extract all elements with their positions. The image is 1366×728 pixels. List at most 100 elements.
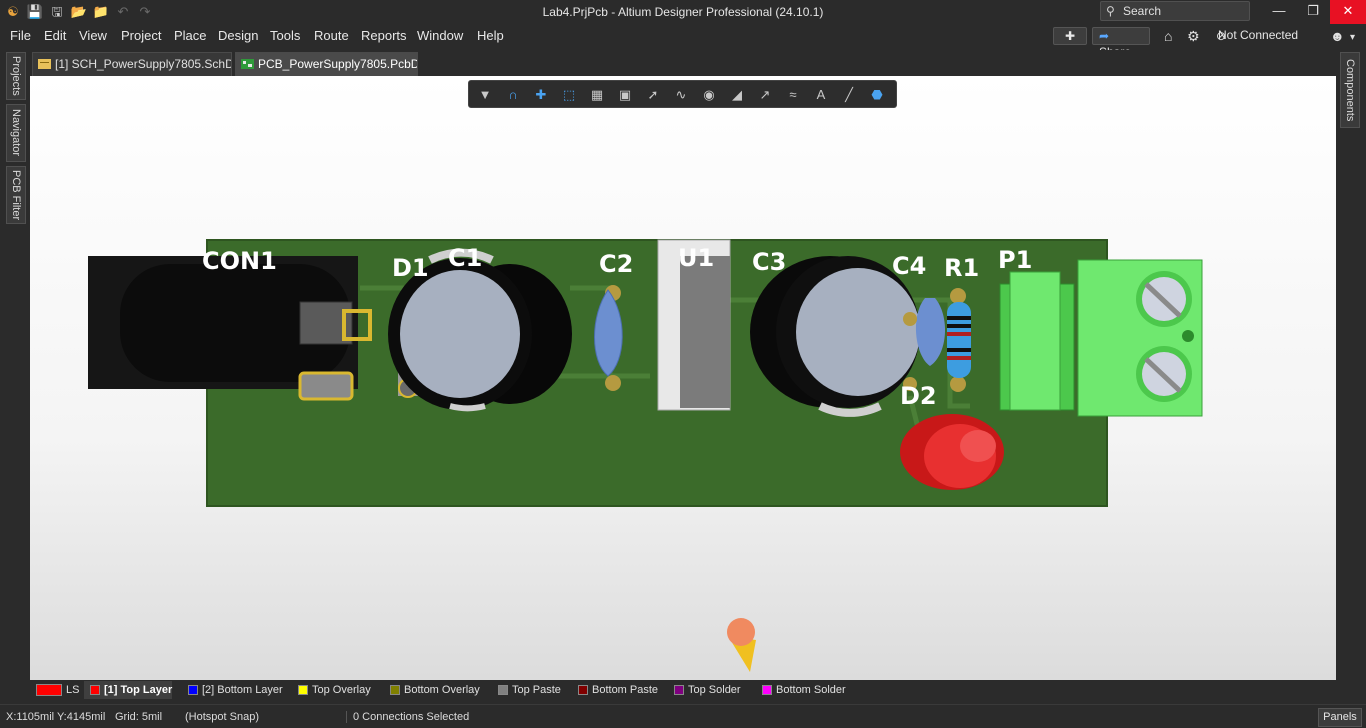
layer-label: Bottom Solder xyxy=(776,684,846,696)
layer-tab-bottom-overlay[interactable]: Bottom Overlay xyxy=(384,681,480,699)
search-placeholder: Search xyxy=(1123,4,1162,18)
menu-view[interactable]: View xyxy=(79,28,107,43)
layer-tab-top-paste[interactable]: Top Paste xyxy=(492,681,561,699)
layer-color-swatch xyxy=(674,685,684,695)
share-button[interactable]: ➦ Share xyxy=(1092,27,1150,59)
search-input[interactable]: ⚲ Search xyxy=(1100,1,1250,21)
menu-project[interactable]: Project xyxy=(121,28,161,43)
layer-color-swatch xyxy=(498,685,508,695)
diff-pair-icon[interactable]: ∿ xyxy=(671,85,691,105)
layer-color-swatch xyxy=(298,685,308,695)
menu-edit[interactable]: Edit xyxy=(44,28,66,43)
cursor-coordinates: X:1105mil Y:4145mil xyxy=(6,711,106,723)
layer-tab-bottom-paste[interactable]: Bottom Paste xyxy=(572,681,658,699)
pcb-3d-view: CON1 D1 C1 C2 U1 C3 C4 R1 P1 D2 xyxy=(88,239,1203,672)
crosshair-icon[interactable]: ✚ xyxy=(531,85,551,105)
component-icon[interactable]: ▣ xyxy=(615,85,635,105)
label-c2: C2 xyxy=(599,250,633,278)
chevron-down-icon[interactable]: ▾ xyxy=(1350,29,1355,47)
tab-pcb[interactable]: PCB_PowerSupply7805.PcbDoc xyxy=(235,52,418,76)
layer-label: [1] Top Layer xyxy=(104,684,173,696)
tab-label: [1] SCH_PowerSupply7805.SchDoc xyxy=(55,57,232,71)
p1-terminal-block xyxy=(999,259,1203,417)
selection-status: 0 Connections Selected xyxy=(346,711,469,723)
select-rect-icon[interactable]: ⬚ xyxy=(559,85,579,105)
text-icon[interactable]: A xyxy=(811,85,831,105)
layer-color-swatch xyxy=(578,685,588,695)
label-u1: U1 xyxy=(678,244,714,272)
layer-tab-top-layer[interactable]: [1] Top Layer xyxy=(84,681,173,699)
tab-schematic[interactable]: [1] SCH_PowerSupply7805.SchDoc xyxy=(32,52,232,76)
feedback-button[interactable]: ✚ xyxy=(1053,27,1087,45)
layer-color-swatch xyxy=(762,685,772,695)
layer-tab-bar: LS [1] Top Layer [2] Bottom Layer Top Ov… xyxy=(30,680,1336,700)
layer-label: Top Solder xyxy=(688,684,741,696)
layer-tab-top-solder[interactable]: Top Solder xyxy=(668,681,741,699)
con1-dc-jack xyxy=(88,256,372,401)
3d-body-icon[interactable]: ⬣ xyxy=(867,85,887,105)
layer-label: Bottom Overlay xyxy=(404,684,480,696)
menu-place[interactable]: Place xyxy=(174,28,207,43)
gear-icon[interactable]: ⚙ xyxy=(1187,27,1200,45)
panel-tab-navigator[interactable]: Navigator xyxy=(6,104,26,162)
menu-route[interactable]: Route xyxy=(314,28,349,43)
title-bar: ☯ 💾 🖫 📂 📁 ↶ ↷ Lab4.PrjPcb - Altium Desig… xyxy=(0,0,1366,24)
share-icon: ➦ xyxy=(1099,29,1110,43)
menu-window[interactable]: Window xyxy=(417,28,463,43)
layer-color-swatch xyxy=(188,685,198,695)
menu-help[interactable]: Help xyxy=(477,28,504,43)
filter-icon[interactable]: ▼ xyxy=(475,85,495,105)
label-r1: R1 xyxy=(944,254,979,282)
layer-color-swatch xyxy=(390,685,400,695)
grid-size: Grid: 5mil xyxy=(115,711,163,723)
layer-label: [2] Bottom Layer xyxy=(202,684,283,696)
pcb-3d-canvas[interactable]: CON1 D1 C1 C2 U1 C3 C4 R1 P1 D2 xyxy=(30,76,1336,680)
label-c1: C1 xyxy=(448,244,482,272)
menu-reports[interactable]: Reports xyxy=(361,28,407,43)
label-d2: D2 xyxy=(900,382,937,410)
polygon-icon[interactable]: ◢ xyxy=(727,85,747,105)
keepout-icon[interactable]: ≈ xyxy=(783,85,803,105)
document-tab-bar: [1] SCH_PowerSupply7805.SchDoc PCB_Power… xyxy=(30,50,1336,76)
tab-label: PCB_PowerSupply7805.PcbDoc xyxy=(258,57,418,71)
layer-label: Bottom Paste xyxy=(592,684,659,696)
dimension-icon[interactable]: ↗ xyxy=(755,85,775,105)
home-icon[interactable]: ⌂ xyxy=(1164,27,1172,45)
d2-led xyxy=(900,414,1004,490)
line-icon[interactable]: ╱ xyxy=(839,85,859,105)
panel-tab-pcb-filter[interactable]: PCB Filter xyxy=(6,166,26,224)
align-icon[interactable]: ▦ xyxy=(587,85,607,105)
close-button[interactable]: ✕ xyxy=(1330,0,1366,24)
snap-magnet-icon[interactable]: ∩ xyxy=(503,85,523,105)
panel-tab-components[interactable]: Components xyxy=(1340,52,1360,128)
via-icon[interactable]: ◉ xyxy=(699,85,719,105)
layer-label: Top Paste xyxy=(512,684,561,696)
label-d1: D1 xyxy=(392,254,429,282)
current-layer-color xyxy=(36,684,62,696)
schematic-doc-icon xyxy=(38,59,51,69)
minimize-button[interactable]: — xyxy=(1262,0,1296,24)
snap-mode: (Hotspot Snap) xyxy=(185,711,259,723)
menu-file[interactable]: File xyxy=(10,28,31,43)
ls-label: LS xyxy=(66,684,80,696)
status-bar: X:1105mil Y:4145mil Grid: 5mil (Hotspot … xyxy=(0,704,1366,728)
panels-button[interactable]: Panels xyxy=(1318,708,1362,727)
label-con1: CON1 xyxy=(202,247,277,275)
layer-color-swatch xyxy=(90,685,100,695)
layer-tab-bottom-layer[interactable]: [2] Bottom Layer xyxy=(182,681,283,699)
layer-tab-bottom-solder[interactable]: Bottom Solder xyxy=(756,681,846,699)
menu-design[interactable]: Design xyxy=(218,28,258,43)
layer-tab-top-overlay[interactable]: Top Overlay xyxy=(292,681,371,699)
current-layer-swatch[interactable]: LS xyxy=(32,681,80,699)
connection-status[interactable]: Not Connected xyxy=(1218,28,1298,42)
pcb-doc-icon xyxy=(241,59,254,69)
menu-tools[interactable]: Tools xyxy=(270,28,300,43)
active-bar-toolbar: ▼ ∩ ✚ ⬚ ▦ ▣ ➚ ∿ ◉ ◢ ↗ ≈ A ╱ ⬣ xyxy=(468,80,897,108)
search-icon: ⚲ xyxy=(1106,4,1115,18)
user-avatar-icon[interactable]: ☻ xyxy=(1330,27,1345,45)
route-icon[interactable]: ➚ xyxy=(643,85,663,105)
panel-tab-projects[interactable]: Projects xyxy=(6,52,26,100)
left-panel-strip: Projects Navigator PCB Filter xyxy=(0,48,30,680)
label-c4: C4 xyxy=(892,252,926,280)
restore-button[interactable]: ❐ xyxy=(1296,0,1330,24)
